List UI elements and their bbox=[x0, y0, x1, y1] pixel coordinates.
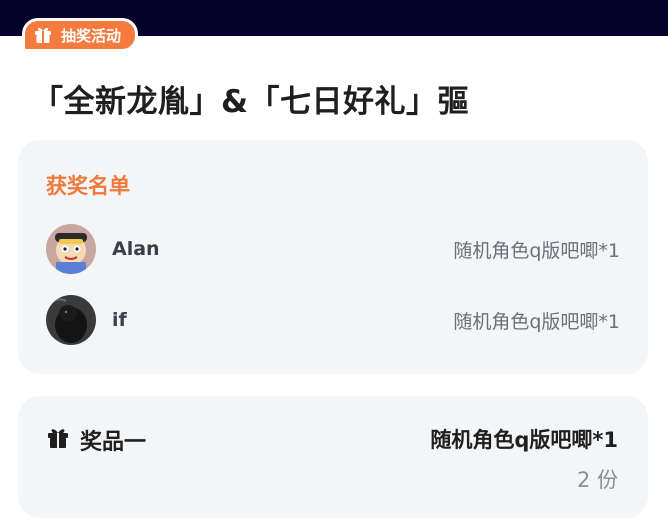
avatar[interactable] bbox=[46, 295, 96, 345]
tag-label: 抽奖活动 bbox=[61, 26, 122, 45]
winner-row[interactable]: Alan 随机角色q版吧唧*1 bbox=[46, 224, 620, 274]
winner-prize: 随机角色q版吧唧*1 bbox=[453, 239, 620, 262]
winners-heading: 获奖名单 bbox=[46, 174, 130, 198]
prize-quantity: 2 份 bbox=[576, 468, 618, 492]
winner-row[interactable]: if 随机角色q版吧唧*1 bbox=[46, 295, 620, 345]
winner-name: if bbox=[112, 309, 127, 331]
gift-icon bbox=[33, 25, 53, 45]
winners-card: 获奖名单 Alan 随机角色q版吧唧*1 if 随机角色q版吧唧*1 bbox=[18, 140, 648, 374]
winner-prize: 随机角色q版吧唧*1 bbox=[453, 310, 620, 333]
prize-name: 随机角色q版吧唧*1 bbox=[430, 428, 618, 452]
page-title: 「全新龙胤」&「七日好礼」彄 bbox=[32, 84, 470, 120]
gift-icon bbox=[46, 426, 70, 454]
prize-label: 奖品一 bbox=[80, 430, 147, 455]
winner-name: Alan bbox=[112, 238, 160, 260]
prize-card: 奖品一 随机角色q版吧唧*1 2 份 bbox=[18, 396, 648, 518]
prize-header: 奖品一 bbox=[46, 424, 146, 456]
avatar[interactable] bbox=[46, 224, 96, 274]
lottery-activity-tag: 抽奖活动 bbox=[22, 18, 139, 52]
